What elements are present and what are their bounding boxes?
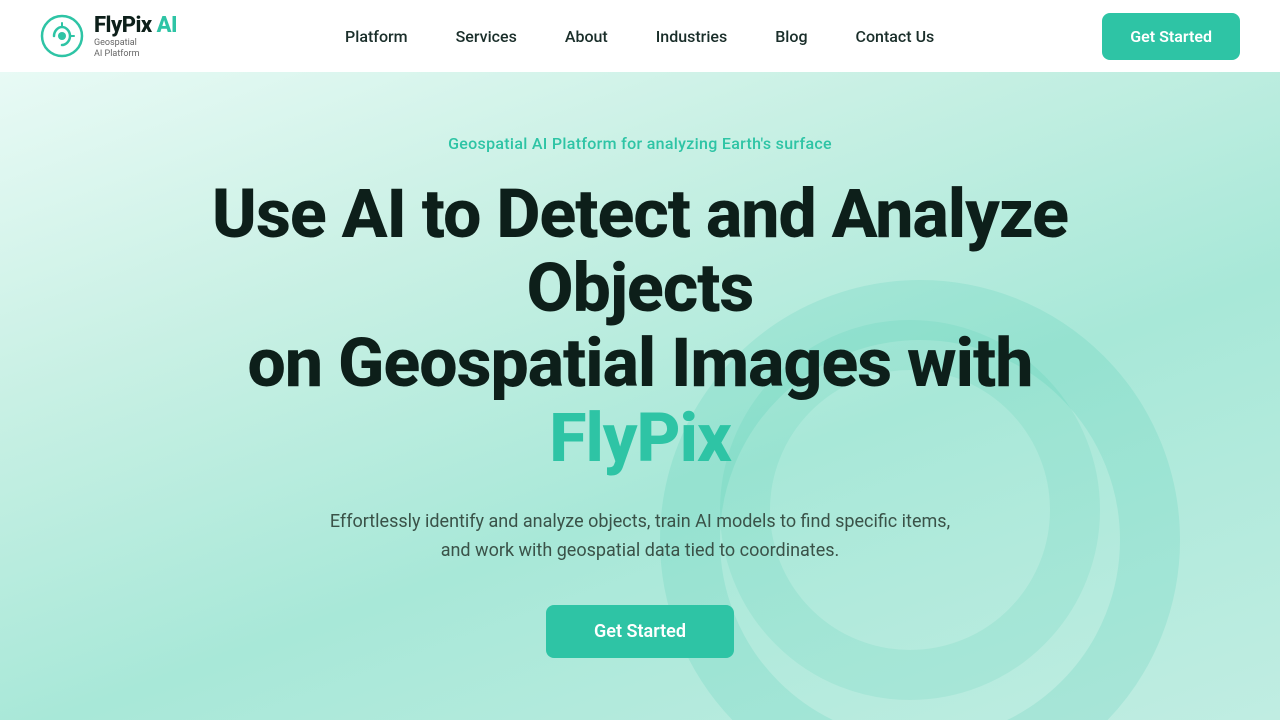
nav-link-industries[interactable]: Industries: [632, 19, 751, 54]
logo[interactable]: FlyPix AI Geospatial AI Platform: [40, 13, 177, 60]
nav-link-contact[interactable]: Contact Us: [832, 19, 959, 54]
hero-title: Use AI to Detect and Analyze Objects on …: [200, 177, 1080, 476]
nav-item-services[interactable]: Services: [432, 19, 541, 54]
logo-subtitle: Geospatial AI Platform: [94, 38, 177, 60]
nav-link-platform[interactable]: Platform: [321, 19, 432, 54]
hero-section: Geospatial AI Platform for analyzing Ear…: [0, 72, 1280, 720]
nav-link-about[interactable]: About: [541, 19, 632, 54]
nav-link-services[interactable]: Services: [432, 19, 541, 54]
nav-item-about[interactable]: About: [541, 19, 632, 54]
nav-links: Platform Services About Industries Blog …: [321, 19, 958, 54]
hero-content: Geospatial AI Platform for analyzing Ear…: [160, 134, 1120, 659]
hero-description: Effortlessly identify and analyze object…: [310, 508, 970, 566]
nav-item-contact[interactable]: Contact Us: [832, 19, 959, 54]
nav-link-blog[interactable]: Blog: [751, 19, 831, 54]
nav-item-platform[interactable]: Platform: [321, 19, 432, 54]
hero-brand-name: FlyPix: [549, 398, 731, 478]
hero-title-line2: on Geospatial Images with FlyPix: [248, 323, 1033, 478]
logo-wordmark: FlyPix AI: [94, 13, 177, 38]
logo-icon: [40, 14, 84, 58]
nav-item-blog[interactable]: Blog: [751, 19, 831, 54]
hero-title-line1: Use AI to Detect and Analyze Objects: [212, 174, 1068, 329]
nav-get-started-button[interactable]: Get Started: [1102, 13, 1240, 60]
hero-get-started-button[interactable]: Get Started: [546, 605, 734, 658]
nav-item-industries[interactable]: Industries: [632, 19, 751, 54]
navigation: FlyPix AI Geospatial AI Platform Platfor…: [0, 0, 1280, 72]
hero-tagline: Geospatial AI Platform for analyzing Ear…: [200, 134, 1080, 153]
